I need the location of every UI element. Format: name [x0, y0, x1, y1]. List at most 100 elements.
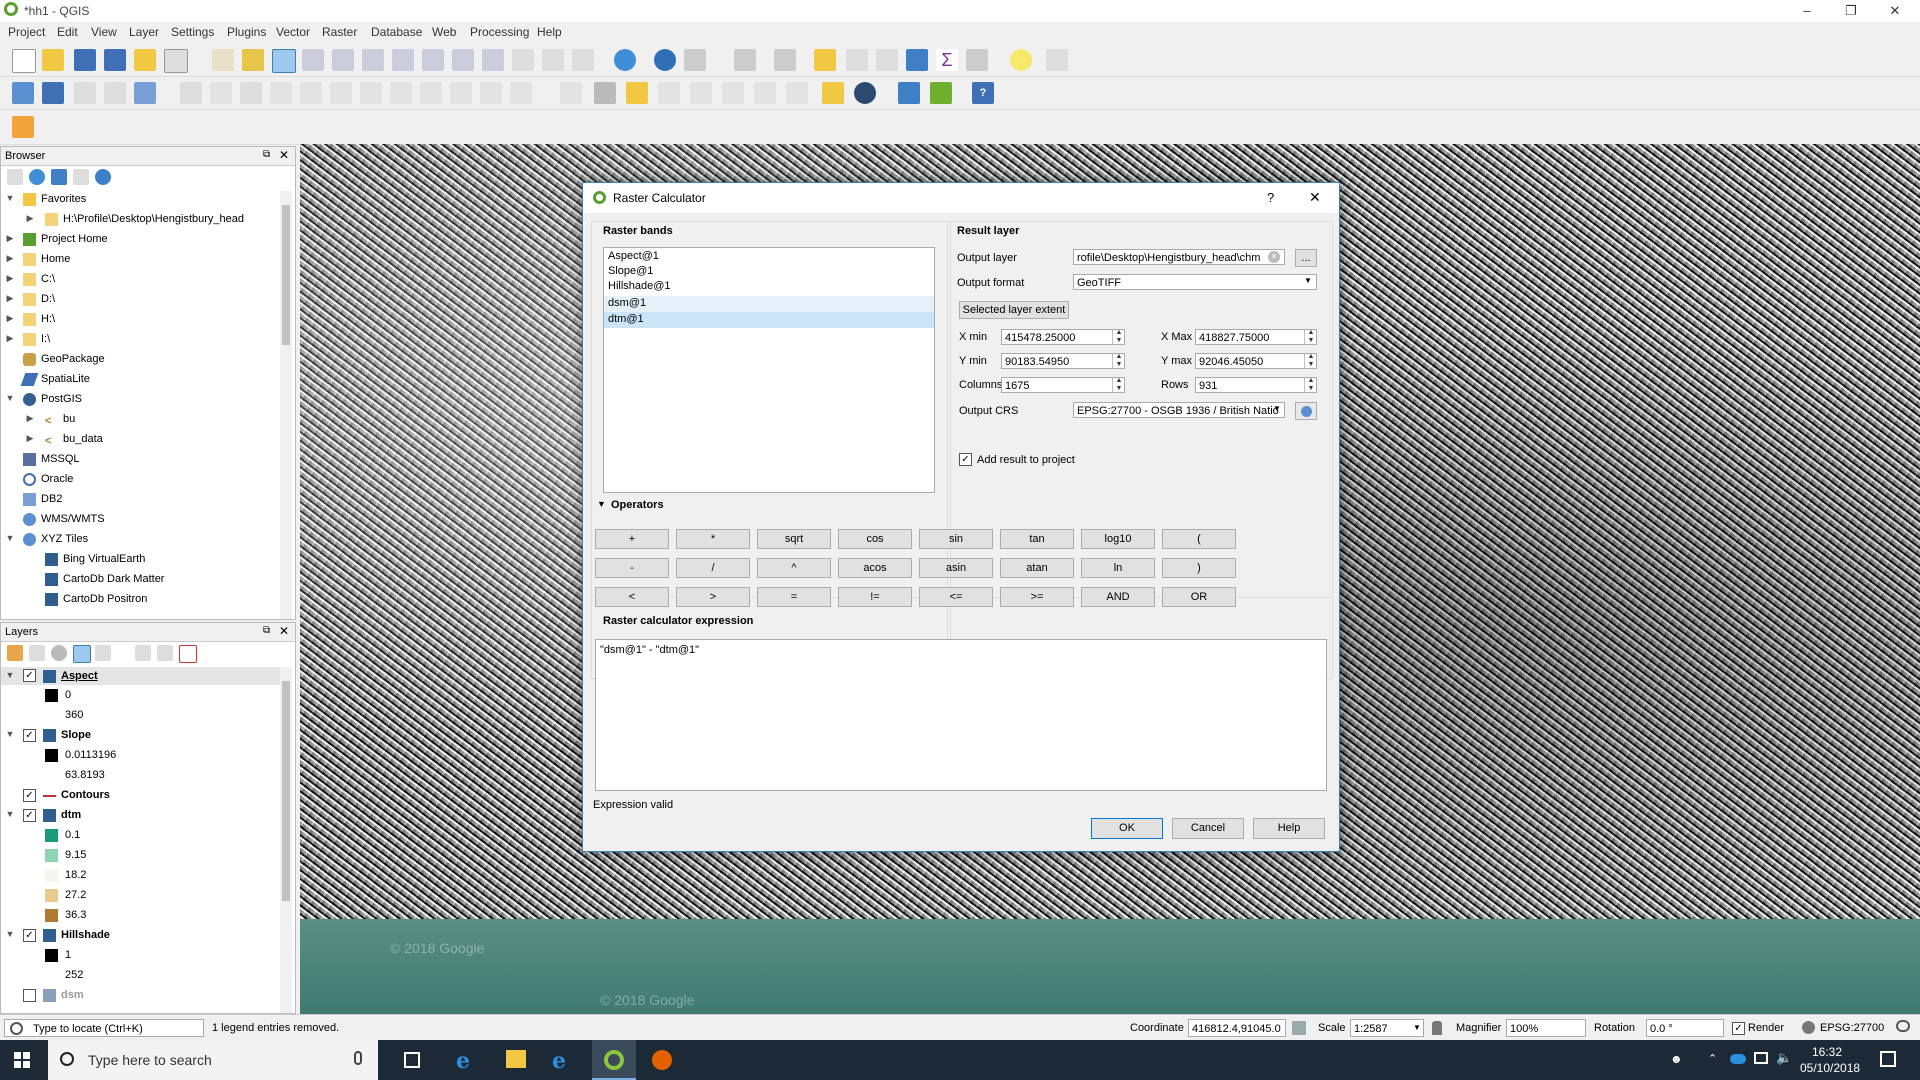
bookmarks-icon[interactable] — [542, 49, 564, 71]
measure-line-icon[interactable] — [966, 49, 988, 71]
op-sin-button[interactable]: sin — [919, 529, 993, 549]
save-edits-icon[interactable] — [240, 82, 262, 104]
internet-explorer-icon[interactable]: e — [552, 1048, 566, 1074]
collapse-arrow-icon[interactable]: ▶ — [25, 213, 35, 224]
op-asin-button[interactable]: asin — [919, 558, 993, 578]
op-greater-equal-button[interactable]: >= — [1000, 587, 1074, 607]
zoom-native-icon[interactable] — [332, 49, 354, 71]
browser-item-cartodb-dark[interactable]: CartoDb Dark Matter — [45, 571, 164, 587]
taskbar-search-box[interactable]: Type here to search — [48, 1040, 378, 1080]
measure-select-icon[interactable] — [684, 49, 706, 71]
op-divide-button[interactable]: / — [676, 558, 750, 578]
statistics-sigma-icon[interactable]: Σ — [936, 49, 958, 71]
op-close-paren-button[interactable]: ) — [1162, 558, 1236, 578]
browser-item-db2[interactable]: DB2 — [23, 491, 62, 507]
expand-arrow-icon[interactable]: ▼ — [5, 193, 15, 203]
messages-icon[interactable] — [1896, 1020, 1910, 1032]
clear-field-icon[interactable]: ✕ — [1268, 251, 1280, 263]
selected-layer-extent-button[interactable]: Selected layer extent — [959, 301, 1069, 319]
deselect-icon[interactable] — [814, 49, 836, 71]
menu-raster[interactable]: Raster — [322, 25, 357, 39]
browse-output-button[interactable]: ... — [1295, 249, 1317, 267]
layer-dsm[interactable]: dsm — [43, 987, 84, 1003]
band-item[interactable]: Hillshade@1 — [608, 280, 671, 292]
browser-item-d-drive[interactable]: D:\ — [23, 291, 55, 307]
xmax-field[interactable]: 418827.75000 — [1195, 329, 1317, 345]
op-cos-button[interactable]: cos — [838, 529, 912, 549]
person-icon[interactable]: ☻ — [1670, 1052, 1683, 1066]
browser-item-bu-data[interactable]: < bu_data — [45, 431, 103, 447]
layout-manager-icon[interactable] — [164, 49, 188, 73]
browser-item-bing[interactable]: Bing VirtualEarth — [45, 551, 145, 567]
show-bookmarks-icon[interactable] — [572, 49, 594, 71]
filter-browser-icon[interactable] — [51, 169, 67, 185]
op-and-button[interactable]: AND — [1081, 587, 1155, 607]
dialog-close-button[interactable]: ✕ — [1309, 189, 1321, 206]
expand-arrow-icon[interactable]: ▼ — [5, 929, 15, 939]
delete-selected-icon[interactable] — [360, 82, 382, 104]
close-window-button[interactable]: ✕ — [1872, 0, 1918, 22]
browser-item-c-drive[interactable]: C:\ — [23, 271, 55, 287]
pin-labels-icon[interactable] — [658, 82, 680, 104]
op-plus-button[interactable]: + — [595, 529, 669, 549]
dialog-help-button[interactable]: ? — [1267, 190, 1274, 205]
expression-editor[interactable]: "dsm@1" - "dtm@1" — [595, 639, 1327, 791]
move-label-icon[interactable] — [722, 82, 744, 104]
add-group-icon[interactable] — [29, 645, 45, 661]
close-panel-icon[interactable]: ✕ — [279, 624, 289, 638]
menu-vector[interactable]: Vector — [276, 25, 310, 39]
clock-date[interactable]: 05/10/2018 — [1800, 1061, 1860, 1075]
magnifier-field[interactable]: 100% — [1506, 1019, 1586, 1037]
browser-item-favorites[interactable]: Favorites — [23, 191, 86, 207]
new-map-view-icon[interactable] — [512, 49, 534, 71]
layer-visibility-checkbox[interactable] — [23, 989, 36, 1002]
help-button[interactable]: Help — [1253, 818, 1325, 839]
show-hide-labels-icon[interactable] — [690, 82, 712, 104]
menu-project[interactable]: Project — [8, 25, 45, 39]
onedrive-icon[interactable] — [1730, 1054, 1746, 1064]
expand-arrow-icon[interactable]: ▼ — [5, 670, 15, 680]
layer-hillshade[interactable]: Hillshade — [43, 927, 110, 943]
zoom-out-icon[interactable] — [302, 49, 324, 71]
save-as-icon[interactable] — [104, 49, 126, 71]
refresh-icon[interactable] — [614, 49, 636, 71]
crs-selector-button[interactable] — [1295, 402, 1317, 420]
zoom-selection-icon[interactable] — [392, 49, 414, 71]
filter-by-expression-icon[interactable] — [95, 645, 111, 661]
rows-field[interactable]: 931 — [1195, 377, 1317, 393]
columns-field[interactable]: 1675 — [1001, 377, 1125, 393]
float-panel-icon[interactable]: ⧉ — [263, 625, 270, 636]
scrollbar-thumb[interactable] — [282, 681, 290, 901]
ymin-field[interactable]: 90183.54950 — [1001, 353, 1125, 369]
maximize-button[interactable]: ❐ — [1828, 0, 1874, 22]
op-log10-button[interactable]: log10 — [1081, 529, 1155, 549]
menu-web[interactable]: Web — [432, 25, 456, 39]
plugin-reloader-icon[interactable] — [930, 82, 952, 104]
raster-bands-list[interactable]: Aspect@1 Slope@1 Hillshade@1 dsm@1 dtm@1 — [603, 247, 935, 493]
browser-item-wms[interactable]: WMS/WMTS — [23, 511, 105, 527]
expand-arrow-icon[interactable]: ▼ — [5, 533, 15, 543]
browser-scrollbar[interactable] — [280, 191, 292, 619]
new-print-layout-icon[interactable] — [134, 49, 156, 71]
op-or-button[interactable]: OR — [1162, 587, 1236, 607]
python-console-icon[interactable] — [898, 82, 920, 104]
browser-item-geopackage[interactable]: GeoPackage — [23, 351, 105, 367]
expand-arrow-icon[interactable]: ▼ — [5, 729, 15, 739]
collapse-arrow-icon[interactable]: ▶ — [5, 313, 15, 324]
op-greater-than-button[interactable]: > — [676, 587, 750, 607]
op-equals-button[interactable]: = — [757, 587, 831, 607]
close-panel-icon[interactable]: ✕ — [279, 148, 289, 162]
op-less-than-button[interactable]: < — [595, 587, 669, 607]
task-view-icon[interactable] — [404, 1052, 420, 1068]
browser-item-spatialite[interactable]: SpatiaLite — [20, 371, 90, 387]
style-panel-icon[interactable] — [7, 645, 23, 661]
change-label-icon[interactable] — [786, 82, 808, 104]
field-calculator-icon[interactable] — [876, 49, 898, 71]
menu-help[interactable]: Help — [537, 25, 562, 39]
band-item[interactable]: dtm@1 — [608, 313, 644, 325]
band-item[interactable]: Aspect@1 — [608, 250, 659, 262]
op-ln-button[interactable]: ln — [1081, 558, 1155, 578]
browser-item-i-drive[interactable]: I:\ — [23, 331, 50, 347]
attribute-table-icon[interactable] — [846, 49, 868, 71]
crs-globe-icon[interactable] — [1802, 1021, 1815, 1034]
